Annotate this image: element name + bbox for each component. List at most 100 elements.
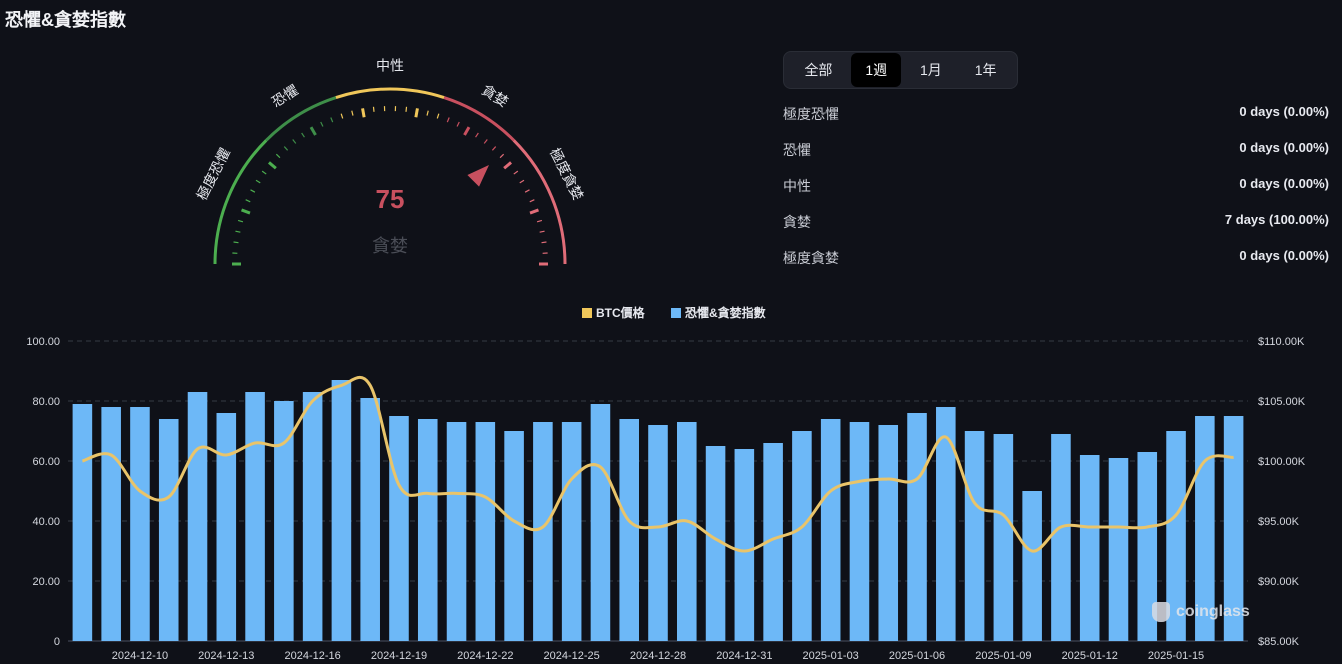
x-axis-tick: 2024-12-25 [544, 650, 600, 662]
gauge-tick [456, 121, 460, 127]
tab-1-week[interactable]: 1週 [851, 53, 902, 87]
x-axis-tick: 2024-12-16 [284, 650, 340, 662]
tab-all[interactable]: 全部 [790, 53, 846, 87]
x-axis-tick: 2024-12-22 [457, 650, 513, 662]
gauge-tick [340, 113, 344, 119]
gauge-tick [436, 113, 440, 119]
stat-label: 貪婪 [783, 214, 811, 230]
gauge-neutral-arc [335, 87, 445, 99]
tab-1-month[interactable]: 1月 [906, 53, 956, 87]
gauge-tick [475, 132, 479, 138]
stat-label: 中性 [783, 178, 811, 194]
fear-greed-bar [1079, 455, 1100, 641]
fear-greed-bar [878, 425, 899, 641]
fear-greed-bar [792, 431, 812, 641]
gauge-tick [446, 117, 450, 123]
x-axis-tick: 2025-01-09 [975, 650, 1031, 662]
left-axis-tick: 0 [54, 636, 60, 648]
gauge-tick [361, 108, 366, 118]
gauge-zone-label: 中性 [376, 58, 404, 74]
fear-greed-bar [446, 422, 467, 641]
stat-row-fear: 恐懼 0 days (0.00%) [783, 140, 1329, 176]
gauge-tick [320, 121, 324, 127]
stat-value: 0 days (0.00%) [1239, 104, 1329, 119]
stat-value: 7 days (100.00%) [1224, 212, 1329, 227]
fear-greed-bar [648, 425, 668, 641]
gauge-value: 75 [375, 184, 405, 214]
gauge-tick [330, 117, 334, 123]
gauge-tick [519, 179, 525, 184]
tab-1-year[interactable]: 1年 [961, 53, 1011, 87]
fear-greed-bar [360, 398, 380, 641]
fear-greed-bar [158, 419, 179, 641]
watermark-text: coinglass [1176, 603, 1250, 620]
chart-legend: BTC價格 恐懼&貪婪指數 [582, 305, 766, 320]
x-axis-tick: 2025-01-06 [889, 650, 945, 662]
fear-greed-bar [1022, 491, 1042, 641]
left-axis-tick: 20.00 [32, 576, 60, 588]
gauge-tick [405, 106, 408, 112]
gauge-tick [536, 219, 543, 223]
fear-greed-bar [907, 413, 927, 641]
x-axis-tick: 2024-12-28 [630, 650, 686, 662]
x-axis-tick: 2025-01-15 [1148, 650, 1204, 662]
gauge-tick [426, 110, 429, 116]
fear-greed-bar [993, 434, 1014, 641]
fear-greed-bar [187, 392, 208, 641]
gauge-tick [301, 132, 305, 138]
gauge-tick [499, 153, 505, 159]
fear-greed-bar [216, 413, 237, 641]
stat-row-greed: 貪婪 7 days (100.00%) [783, 212, 1329, 248]
x-axis-tick: 2025-01-03 [803, 650, 859, 662]
right-axis-tick: $85.00K [1258, 636, 1300, 648]
left-axis-tick: 80.00 [32, 396, 60, 408]
gauge-tick [513, 170, 519, 175]
fear-greed-bar [101, 407, 121, 641]
fear-greed-bar [561, 422, 582, 641]
stat-row-extreme-fear: 極度恐懼 0 days (0.00%) [783, 104, 1329, 140]
stat-value: 0 days (0.00%) [1239, 248, 1329, 263]
fear-greed-bar [1108, 458, 1129, 641]
gauge-tick [503, 161, 512, 170]
left-axis-tick: 40.00 [32, 516, 60, 528]
x-axis-tick: 2024-12-19 [371, 650, 427, 662]
legend-swatch [671, 308, 681, 318]
x-axis-tick: 2025-01-12 [1062, 650, 1118, 662]
coinglass-watermark: coinglass [1152, 602, 1250, 622]
stat-label: 恐懼 [783, 142, 811, 158]
gauge-tick [255, 179, 261, 184]
stat-value: 0 days (0.00%) [1239, 176, 1329, 191]
gauge-tick [237, 219, 244, 223]
gauge-tick [283, 146, 289, 151]
page-title: 恐懼&貪婪指數 [5, 10, 126, 30]
gauge-tick [292, 139, 297, 144]
gauge-tick [268, 161, 277, 170]
stat-label: 極度貪婪 [783, 250, 839, 266]
gauge-tick [414, 108, 419, 118]
gauge-tick [351, 110, 354, 116]
legend-label: 恐懼&貪婪指數 [685, 305, 766, 320]
gauge-tick [261, 170, 267, 175]
fear-greed-bar [504, 431, 524, 641]
fear-greed-bar [475, 422, 496, 641]
stat-label: 極度恐懼 [783, 106, 839, 122]
right-axis-tick: $105.00K [1258, 396, 1306, 408]
gauge-tick [491, 146, 497, 151]
fear-greed-bar [417, 419, 438, 641]
gauge-zone-label: 恐懼 [269, 82, 301, 110]
coinglass-logo-icon [1152, 602, 1170, 622]
left-axis-tick: 100.00 [26, 336, 60, 348]
gauge-tick [309, 126, 317, 136]
fear-greed-bar [331, 380, 352, 641]
fear-greed-bar [676, 422, 697, 641]
x-axis-tick: 2024-12-10 [112, 650, 168, 662]
legend-swatch [582, 308, 592, 318]
right-axis-tick: $95.00K [1258, 516, 1300, 528]
fear-greed-bar [389, 416, 409, 641]
gauge-zone-label: 貪婪 [479, 82, 511, 110]
right-axis-tick: $110.00K [1258, 336, 1305, 348]
fear-greed-bar [849, 422, 870, 641]
fear-greed-bar [302, 392, 323, 641]
fear-greed-bar [619, 419, 640, 641]
gauge-label: 貪婪 [372, 236, 408, 256]
